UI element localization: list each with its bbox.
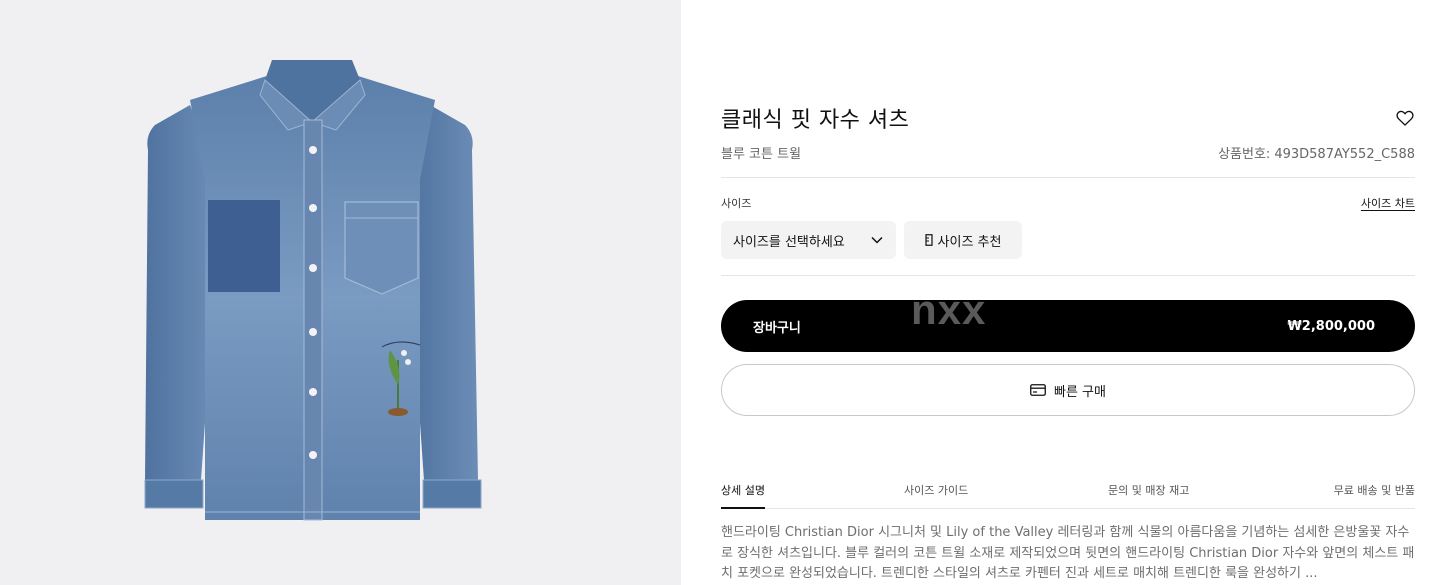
watermark: nxx (911, 300, 987, 333)
product-title: 클래식 핏 자수 셔츠 (721, 108, 910, 133)
tab-size-guide[interactable]: 사이즈 가이드 (904, 482, 968, 498)
product-subtitle: 블루 코튼 트윌 (721, 147, 802, 162)
reference-label: 상품번호: (1218, 147, 1271, 162)
tab-inquiry-stock[interactable]: 문의 및 매장 재고 (1108, 482, 1189, 498)
quick-buy-label: 빠른 구매 (1054, 384, 1106, 400)
tab-shipping-returns[interactable]: 무료 배송 및 반품 (1334, 482, 1415, 498)
product-image (144, 60, 482, 521)
product-image-panel (0, 0, 681, 585)
chevron-down-icon (871, 236, 883, 244)
divider (721, 177, 1415, 178)
detail-tabs: 상세 설명 사이즈 가이드 문의 및 매장 재고 무료 배송 및 반품 (721, 480, 1415, 509)
size-recommend-button[interactable]: 사이즈 추천 (904, 221, 1022, 259)
size-select[interactable]: 사이즈를 선택하세요 (721, 221, 896, 259)
size-recommend-label: 사이즈 추천 (937, 234, 1002, 250)
cart-label: 장바구니 (753, 320, 801, 336)
card-icon (1030, 384, 1046, 396)
size-select-placeholder: 사이즈를 선택하세요 (733, 234, 845, 250)
tab-description[interactable]: 상세 설명 (721, 482, 765, 509)
heart-icon[interactable] (1395, 108, 1415, 128)
size-chart-link[interactable]: 사이즈 차트 (1361, 195, 1415, 211)
ruler-icon (924, 234, 933, 246)
cart-price: ₩2,800,000 (1287, 318, 1375, 334)
product-details-panel: 클래식 핏 자수 셔츠 블루 코튼 트윌 상품번호: 493D587AY552_C… (681, 0, 1445, 585)
quick-buy-button[interactable]: 빠른 구매 (721, 364, 1415, 416)
product-reference: 상품번호: 493D587AY552_C588 (1218, 143, 1415, 162)
add-to-cart-button[interactable]: 장바구니 nxx ₩2,800,000 (721, 300, 1415, 352)
product-description: 핸드라이팅 Christian Dior 시그니처 및 Lily of the … (721, 525, 1415, 581)
size-label: 사이즈 (721, 197, 752, 210)
divider (721, 275, 1415, 276)
reference-value: 493D587AY552_C588 (1274, 147, 1415, 162)
